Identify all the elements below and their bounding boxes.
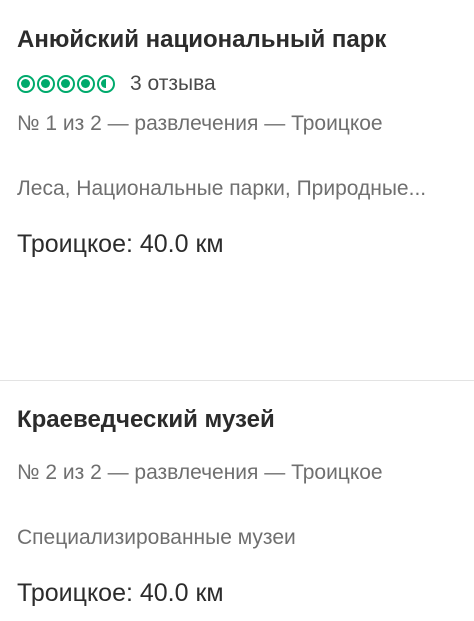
- rating-bubble-icon: [17, 75, 35, 93]
- rating-bubble-icon: [57, 75, 75, 93]
- review-count[interactable]: 3 отзыва: [130, 72, 216, 96]
- place-card-museum[interactable]: Краеведческий музей № 2 из 2 — развлечен…: [0, 381, 474, 621]
- place-title[interactable]: Анюйский национальный парк: [17, 26, 386, 54]
- ranking-text: № 2 из 2 — развлечения — Троицкое: [17, 461, 383, 484]
- rating-bubble-icon: [77, 75, 95, 93]
- place-title[interactable]: Краеведческий музей: [17, 406, 275, 434]
- distance-text: Троицкое: 40.0 км: [17, 579, 224, 607]
- place-card-anyui-park[interactable]: Анюйский национальный парк 3 отзыва № 1 …: [0, 0, 474, 380]
- ranking-text: № 1 из 2 — развлечения — Троицкое: [17, 112, 383, 135]
- category-tags: Леса, Национальные парки, Природные...: [17, 177, 427, 200]
- rating-bubble-half-icon: [97, 75, 115, 93]
- rating-bubble-icon: [37, 75, 55, 93]
- distance-text: Троицкое: 40.0 км: [17, 230, 224, 258]
- rating-row[interactable]: 3 отзыва: [17, 71, 216, 97]
- category-tags: Специализированные музеи: [17, 526, 296, 549]
